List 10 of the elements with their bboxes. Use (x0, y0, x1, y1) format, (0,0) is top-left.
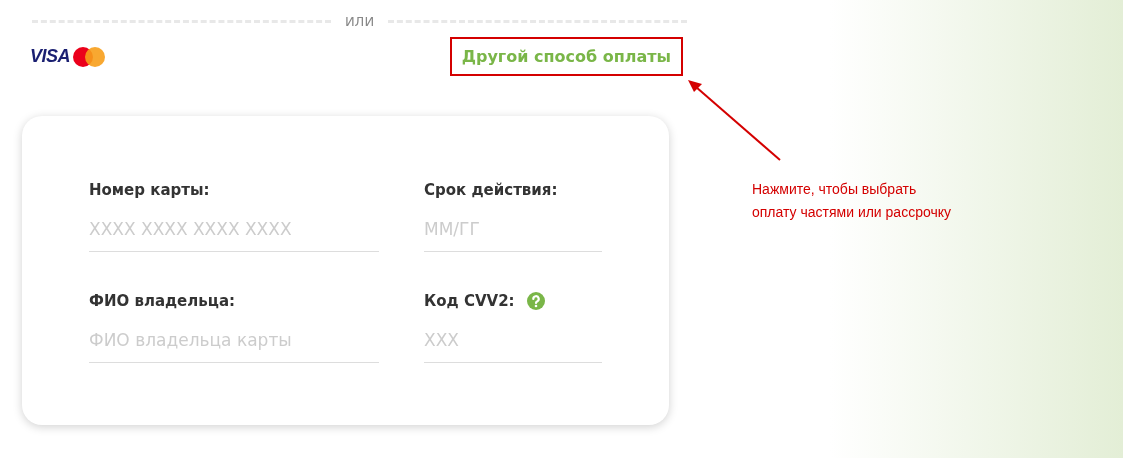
field-label: Код CVV2: (424, 292, 515, 310)
field-label: Срок действия: (424, 181, 558, 199)
other-payment-link[interactable]: Другой способ оплаты (449, 37, 683, 76)
field-label: Номер карты: (89, 181, 210, 199)
help-icon[interactable] (526, 292, 545, 310)
mastercard-icon (72, 45, 106, 68)
divider-label: ИЛИ (344, 14, 375, 29)
visa-logo: VISA (30, 46, 70, 67)
field-label: ФИО владельца: (89, 292, 235, 310)
annotation-text: Нажмите, чтобы выбрать оплату частями или рассрочку (752, 180, 951, 222)
